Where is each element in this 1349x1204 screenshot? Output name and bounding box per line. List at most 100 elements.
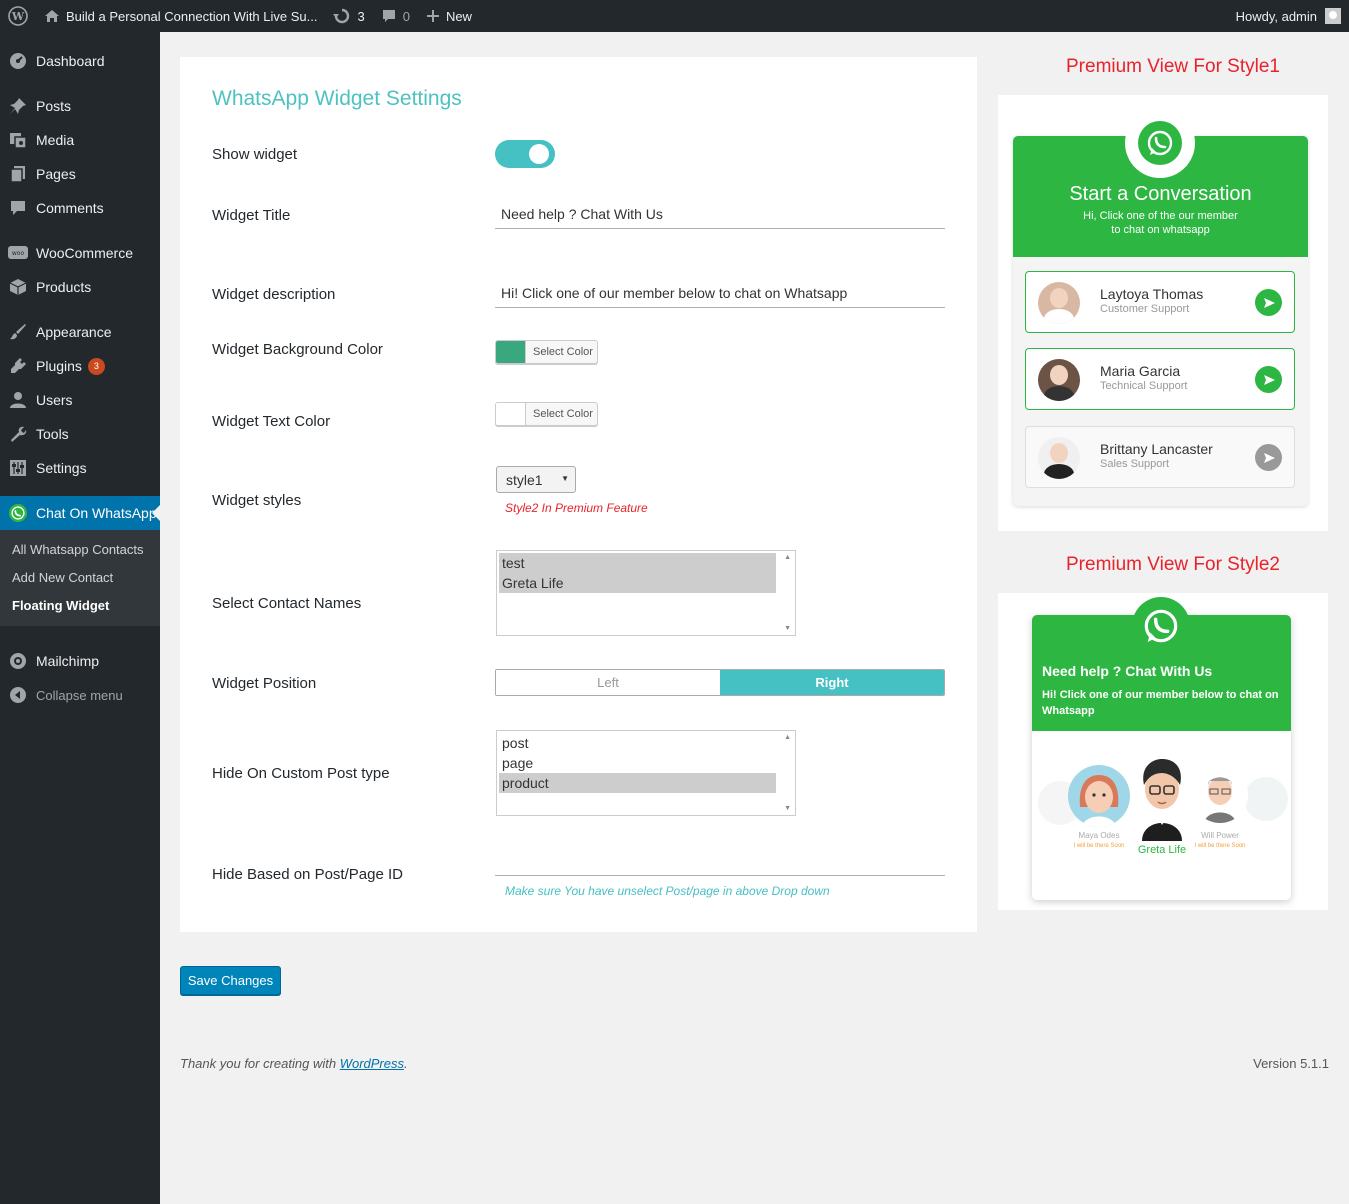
sidebar-item-comments[interactable]: Comments xyxy=(0,191,160,225)
wordpress-logo-icon[interactable]: W xyxy=(0,0,36,32)
selected-style: style1 xyxy=(506,471,543,488)
position-left-option[interactable]: Left xyxy=(496,670,720,695)
new-label: New xyxy=(445,8,472,24)
scroll-up-icon[interactable]: ▲ xyxy=(784,734,791,741)
text-color-picker[interactable]: Select Color xyxy=(495,402,598,426)
whatsapp-logo-icon xyxy=(1132,597,1190,655)
select-color-label: Select Color xyxy=(533,346,593,358)
sidebar-item-tools[interactable]: Tools xyxy=(0,417,160,451)
position-label: Widget Position xyxy=(212,675,317,692)
list-item[interactable]: page xyxy=(499,753,776,773)
sidebar-item-posts[interactable]: Posts xyxy=(0,89,160,123)
widget-heading: Need help ? Chat With Us xyxy=(1042,663,1213,679)
sidebar-item-plugins[interactable]: Plugins 3 xyxy=(0,349,160,383)
updates-count: 3 xyxy=(357,8,365,24)
sidebar-item-users[interactable]: Users xyxy=(0,383,160,417)
show-widget-label: Show widget xyxy=(212,146,298,163)
settings-panel: WhatsApp Widget Settings Show widget Wid… xyxy=(180,57,977,932)
svg-text:woo: woo xyxy=(12,250,25,257)
list-item[interactable]: Greta Life xyxy=(499,573,776,593)
sidebar-item-settings[interactable]: Settings xyxy=(0,451,160,485)
contacts-multiselect[interactable]: test Greta Life ▲ ▼ xyxy=(496,550,796,636)
premium-style2-preview: Need help ? Chat With Us Hi! Click one o… xyxy=(998,593,1328,910)
widget-card: Need help ? Chat With Us Hi! Click one o… xyxy=(1032,597,1291,900)
toggle-knob xyxy=(529,144,549,164)
avatar xyxy=(1068,765,1130,827)
send-arrow-icon[interactable] xyxy=(1255,366,1282,393)
sidebar-item-label: Products xyxy=(36,279,92,295)
submenu-floating-widget[interactable]: Floating Widget xyxy=(0,592,160,620)
collapse-arrow-icon xyxy=(8,685,28,705)
list-item[interactable]: product xyxy=(499,773,776,793)
sidebar-item-products[interactable]: Products xyxy=(0,270,160,304)
avatar xyxy=(1325,8,1341,24)
premium-note: Style2 In Premium Feature xyxy=(505,501,648,515)
footer-thanks: Thank you for creating with WordPress. xyxy=(180,1056,408,1071)
member-card[interactable]: Brittany Lancaster Sales Support xyxy=(1025,426,1295,488)
dropdown-arrow-icon: ▼ xyxy=(561,474,569,483)
list-item[interactable]: test xyxy=(499,553,776,573)
svg-text:W: W xyxy=(11,10,25,23)
send-arrow-icon[interactable] xyxy=(1255,289,1282,316)
submenu-all-contacts[interactable]: All Whatsapp Contacts xyxy=(0,536,160,564)
greeting: Howdy, admin xyxy=(1235,8,1317,24)
sidebar-item-label: Comments xyxy=(36,200,104,216)
post-type-multiselect[interactable]: post page product ▲ ▼ xyxy=(496,730,796,816)
member-card[interactable]: Maria Garcia Technical Support xyxy=(1025,348,1295,410)
submenu-add-contact[interactable]: Add New Contact xyxy=(0,564,160,592)
collapse-menu-button[interactable]: Collapse menu xyxy=(0,678,160,712)
position-right-option[interactable]: Right xyxy=(720,670,944,695)
widget-heading: Start a Conversation xyxy=(1069,183,1252,205)
sidebar-item-woocommerce[interactable]: woo WooCommerce xyxy=(0,236,160,270)
scroll-up-icon[interactable]: ▲ xyxy=(784,554,791,561)
sidebar-item-appearance[interactable]: Appearance xyxy=(0,315,160,349)
sidebar-item-media[interactable]: Media xyxy=(0,123,160,157)
position-segmented-control: Left Right xyxy=(495,669,945,696)
my-account[interactable]: Howdy, admin xyxy=(1236,8,1349,24)
hide-id-input[interactable] xyxy=(495,846,945,876)
sidebar-item-pages[interactable]: Pages xyxy=(0,157,160,191)
member-status: I will be there Soon xyxy=(1073,843,1125,849)
member-card[interactable]: Laytoya Thomas Customer Support xyxy=(1025,271,1295,333)
send-arrow-icon[interactable] xyxy=(1255,444,1282,471)
widget-styles-label: Widget styles xyxy=(212,492,302,509)
member-name: Maya Odes xyxy=(1078,831,1120,840)
show-widget-toggle[interactable] xyxy=(495,140,555,168)
sidebar-item-label: Dashboard xyxy=(36,53,105,69)
sidebar-item-mailchimp[interactable]: Mailchimp xyxy=(0,644,160,678)
whatsapp-submenu: All Whatsapp Contacts Add New Contact Fl… xyxy=(0,530,160,626)
list-item[interactable]: post xyxy=(499,733,776,753)
updates-link[interactable]: 3 xyxy=(325,0,372,32)
widget-title-input[interactable]: Need help ? Chat With Us xyxy=(495,199,945,229)
widget-description-input[interactable]: Hi! Click one of our member below to cha… xyxy=(495,278,945,308)
save-changes-button[interactable]: Save Changes xyxy=(180,966,281,995)
whatsapp-logo-icon xyxy=(1125,108,1195,178)
sidebar-item-dashboard[interactable]: Dashboard xyxy=(0,44,160,78)
premium-style1-preview: Start a Conversation Hi, Click one of th… xyxy=(998,95,1328,531)
bg-color-picker[interactable]: Select Color xyxy=(495,340,598,364)
new-content-link[interactable]: New xyxy=(418,0,480,32)
sidebar-item-label: Collapse menu xyxy=(36,687,123,703)
admin-bar: W Build a Personal Connection With Live … xyxy=(0,0,1349,32)
wordpress-link[interactable]: WordPress xyxy=(340,1056,404,1071)
sidebar-item-chat-on-whatsapp[interactable]: Chat On WhatsApp xyxy=(0,496,160,530)
member-name: Will Power xyxy=(1201,831,1239,840)
site-name-link[interactable]: Build a Personal Connection With Live Su… xyxy=(36,0,325,32)
admin-menu: Dashboard Posts Media Pages Comments woo… xyxy=(0,32,160,1204)
comments-link[interactable]: 0 xyxy=(373,0,418,32)
featured-member-name: Greta Life xyxy=(1137,844,1187,856)
sidebar-item-label: Tools xyxy=(36,426,69,442)
avatar xyxy=(1038,437,1080,479)
media-icon xyxy=(8,130,28,150)
member-role: Customer Support xyxy=(1100,303,1190,315)
member-name: Laytoya Thomas xyxy=(1100,286,1204,302)
scroll-down-icon[interactable]: ▼ xyxy=(784,805,791,812)
member-role: Technical Support xyxy=(1100,380,1188,392)
widget-styles-select[interactable]: style1 ▼ xyxy=(496,466,576,493)
bg-color-label: Widget Background Color xyxy=(212,341,383,358)
hide-id-note: Make sure You have unselect Post/page in… xyxy=(505,884,830,898)
wrench-icon xyxy=(8,424,28,444)
scroll-down-icon[interactable]: ▼ xyxy=(784,625,791,632)
avatar xyxy=(1244,777,1288,821)
widget-card: Start a Conversation Hi, Click one of th… xyxy=(1013,108,1308,506)
